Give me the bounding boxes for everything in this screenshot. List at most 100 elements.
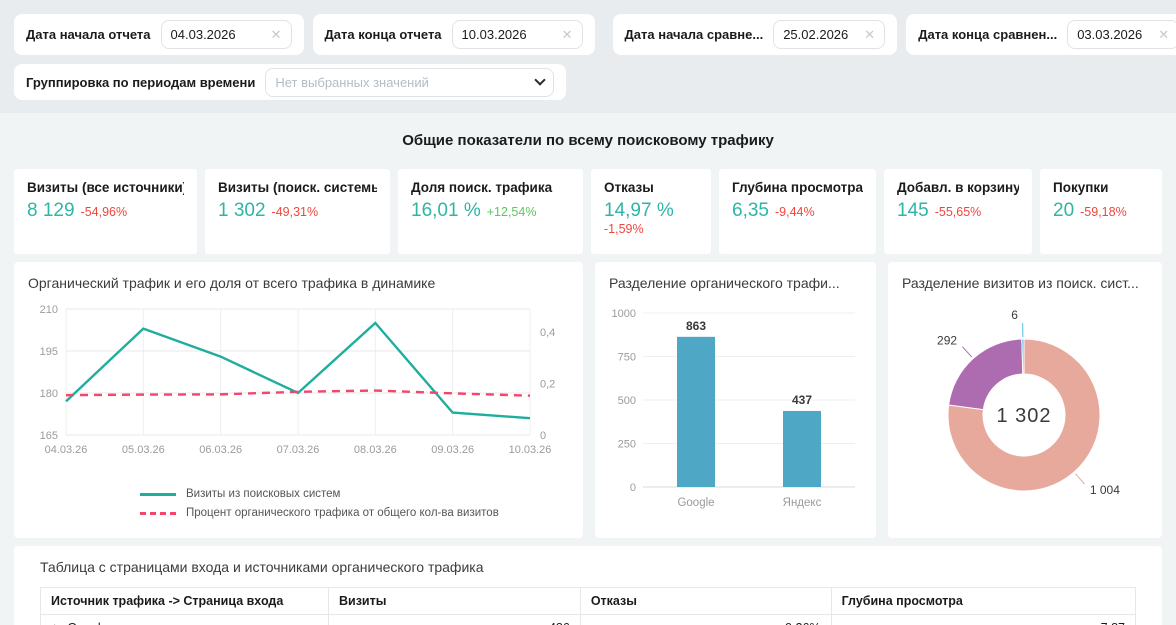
filter-bar: Дата начала отчета 04.03.2026 ✕ Дата кон… [0,0,1176,113]
svg-text:6: 6 [1011,308,1018,322]
kpi-card-visits-all: Визиты (все источники) 8 129 -54,96% [14,169,197,254]
svg-text:06.03.26: 06.03.26 [199,444,242,456]
page-title: Общие показатели по всему поисковому тра… [0,113,1176,169]
kpi-title: Отказы [604,180,698,195]
kpi-row: Визиты (все источники) 8 129 -54,96% Визи… [14,169,1162,254]
svg-text:165: 165 [40,430,58,442]
svg-text:195: 195 [40,346,58,358]
report-end-date-input[interactable]: 10.03.2026 ✕ [452,20,583,49]
kpi-value: 8 129 [27,200,75,222]
date-value: 03.03.2026 [1077,27,1142,42]
kpi-title: Добавл. в корзину [897,180,1019,195]
svg-text:500: 500 [618,395,636,407]
svg-text:04.03.26: 04.03.26 [45,444,88,456]
kpi-title: Глубина просмотра [732,180,863,195]
kpi-change: -9,44% [775,205,815,219]
legend-label: Визиты из поисковых систем [186,488,340,500]
kpi-change: -49,31% [272,205,319,219]
report-start-date-input[interactable]: 04.03.2026 ✕ [161,20,292,49]
entry-pages-table-panel: Таблица с страницами входа и источниками… [14,546,1162,625]
filter-report-start-date: Дата начала отчета 04.03.2026 ✕ [14,14,304,55]
kpi-change: -54,96% [81,205,128,219]
date-value: 04.03.2026 [171,27,236,42]
filter-row-grouping: Группировка по периодам времени Нет выбр… [14,64,1162,100]
filter-report-end-date: Дата конца отчета 10.03.2026 ✕ [313,14,595,55]
filter-label: Дата начала отчета [26,27,151,42]
svg-text:08.03.26: 08.03.26 [354,444,397,456]
date-value: 25.02.2026 [783,27,848,42]
kpi-change: -55,65% [935,205,982,219]
kpi-change: -59,18% [1080,205,1127,219]
table-header-row: Источник трафика -> Страница входа Визит… [41,588,1136,615]
legend-item[interactable]: Процент органического трафика от общего … [140,507,569,519]
svg-text:Яндекс: Яндекс [783,497,822,509]
kpi-card-visits-search: Визиты (поиск. системы) 1 302 -49,31% [205,169,390,254]
column-header-visits: Визиты [328,588,580,615]
svg-text:863: 863 [686,319,706,333]
bar-chart: 02505007501000863Google437Яндекс [609,297,862,524]
filter-row-dates: Дата начала отчета 04.03.2026 ✕ Дата кон… [14,14,1162,55]
date-value: 10.03.2026 [462,27,527,42]
compare-end-date-input[interactable]: 03.03.2026 ✕ [1067,20,1176,49]
clear-icon[interactable]: ✕ [1158,28,1169,41]
svg-text:07.03.26: 07.03.26 [277,444,320,456]
entry-pages-table: Источник трафика -> Страница входа Визит… [40,587,1136,625]
kpi-title: Визиты (все источники) [27,180,184,195]
kpi-value: 14,97 % [604,200,674,222]
line-chart: 04.03.26 05.03.26 06.03.26 07.03.26 08.03.26… [28,297,569,486]
grouping-select[interactable]: Нет выбранных значений [265,68,554,97]
kpi-value: 20 [1053,200,1074,222]
filter-compare-start-date: Дата начала сравне... 25.02.2026 ✕ [613,14,898,55]
organic-traffic-line-chart-panel: Органический трафик и его доля от всего … [14,262,583,538]
kpi-title: Доля поиск. трафика [411,180,570,195]
svg-text:10.03.26: 10.03.26 [509,444,552,456]
kpi-change: -1,59% [604,222,644,236]
charts-row: Органический трафик и его доля от всего … [14,262,1162,538]
svg-text:05.03.26: 05.03.26 [122,444,165,456]
compare-start-date-input[interactable]: 25.02.2026 ✕ [773,20,885,49]
svg-text:210: 210 [40,304,58,316]
kpi-value: 16,01 % [411,200,481,222]
filter-label: Дата начала сравне... [625,27,764,42]
svg-text:09.03.26: 09.03.26 [431,444,474,456]
table-row[interactable]: +Google 486 9,26% 7,87 [41,615,1136,625]
organic-split-bar-chart-panel: Разделение органического трафи... 025050… [595,262,876,538]
source-name: Google [67,621,107,625]
svg-text:1 004: 1 004 [1090,483,1120,497]
svg-text:250: 250 [618,439,636,451]
kpi-card-bounces: Отказы 14,97 %-1,59% [591,169,711,254]
expand-row-button[interactable]: + [51,621,58,625]
svg-text:0,2: 0,2 [540,379,555,391]
kpi-card-add-to-cart: Добавл. в корзину 145 -55,65% [884,169,1032,254]
svg-text:437: 437 [792,393,812,407]
svg-text:292: 292 [937,334,957,348]
visits-cell: 486 [328,615,580,625]
svg-text:0: 0 [540,430,546,442]
clear-icon[interactable]: ✕ [562,28,573,41]
svg-text:0,4: 0,4 [540,327,555,339]
kpi-title: Визиты (поиск. системы) [218,180,377,195]
chart-title: Разделение визитов из поиск. сист... [902,275,1148,291]
column-header-depth: Глубина просмотра [831,588,1135,615]
depth-cell: 7,87 [831,615,1135,625]
kpi-card-search-share: Доля поиск. трафика 16,01 % +12,54% [398,169,583,254]
clear-icon[interactable]: ✕ [271,28,282,41]
search-visits-donut-chart-panel: Разделение визитов из поиск. сист... 1 0… [888,262,1162,538]
svg-text:1 302: 1 302 [996,405,1051,427]
kpi-value: 145 [897,200,929,222]
kpi-change: +12,54% [487,205,537,219]
svg-text:750: 750 [618,352,636,364]
svg-text:0: 0 [630,482,636,494]
svg-text:Google: Google [677,497,714,509]
kpi-value: 1 302 [218,200,266,222]
chevron-down-icon[interactable] [535,74,546,85]
legend-item[interactable]: Визиты из поисковых систем [140,488,569,500]
kpi-card-purchases: Покупки 20-59,18% [1040,169,1162,254]
filter-grouping: Группировка по периодам времени Нет выбр… [14,64,566,100]
column-header-source: Источник трафика -> Страница входа [41,588,329,615]
dashed-line-swatch [140,512,176,515]
clear-icon[interactable]: ✕ [864,28,875,41]
chart-title: Органический трафик и его доля от всего … [28,275,569,291]
donut-chart: 1 004 292 6 1 302 [902,297,1148,526]
legend-label: Процент органического трафика от общего … [186,507,499,519]
